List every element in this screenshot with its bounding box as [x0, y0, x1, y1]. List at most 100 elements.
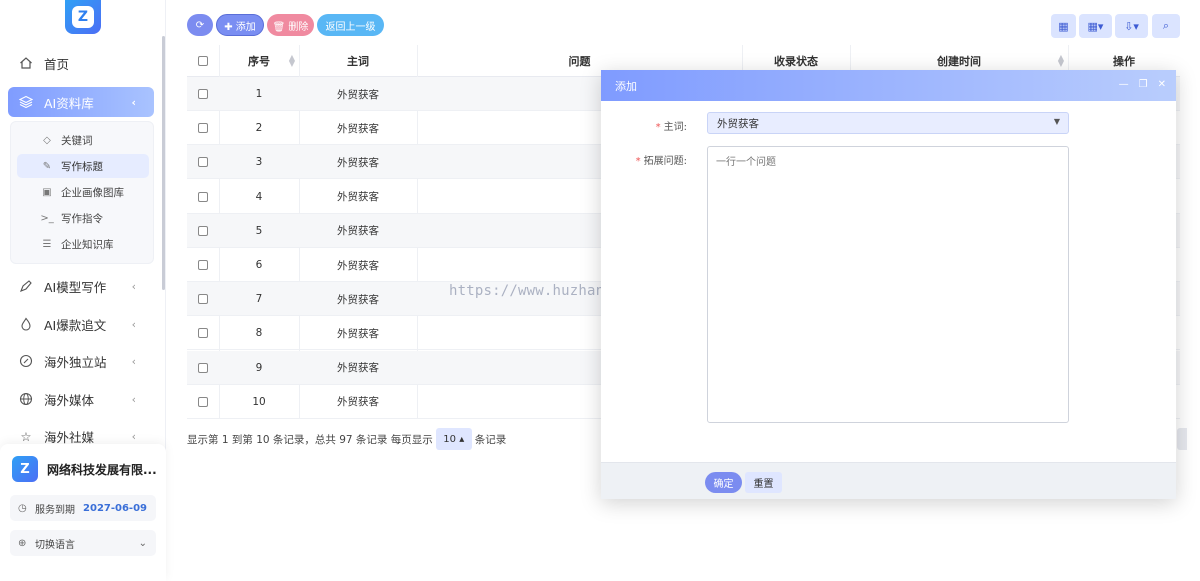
language-label: 切换语言: [35, 539, 75, 551]
row-no: 8: [255, 327, 263, 340]
language-switcher[interactable]: ⊕ 切换语言 ⌄: [10, 530, 156, 556]
row-checkbox[interactable]: [187, 316, 219, 350]
keyword-select[interactable]: 外贸获客 ▼: [707, 112, 1069, 134]
back-button[interactable]: 返回上一级: [317, 14, 384, 36]
globe-icon: [18, 391, 34, 407]
subitem-writing-titles[interactable]: ✎ 写作标题: [17, 154, 149, 178]
subitem-label: 写作标题: [61, 160, 103, 173]
nav-item-ai-library[interactable]: AI资料库 ‹: [8, 87, 154, 117]
row-no: 7: [255, 293, 263, 306]
row-checkbox[interactable]: [187, 385, 219, 419]
col-header-no[interactable]: 序号 ▲ ▼: [219, 45, 299, 77]
refresh-button[interactable]: ⟳: [187, 14, 213, 36]
subitem-writing-prompts[interactable]: >_ 写作指令: [17, 206, 149, 230]
row-no: 1: [255, 88, 263, 100]
sort-icon: ▲ ▼: [288, 53, 295, 68]
nav-item-overseas-site[interactable]: 海外独立站 ‹: [8, 346, 154, 376]
export-button[interactable]: ⇩▾: [1115, 14, 1148, 38]
chevron-left-icon: ‹: [131, 95, 136, 109]
row-keyword: 外贸获客: [337, 225, 379, 238]
app-logo[interactable]: Z: [65, 0, 101, 34]
row-checkbox[interactable]: [187, 248, 219, 282]
delete-button[interactable]: 🗑 删除: [267, 14, 314, 36]
row-no: 2: [255, 122, 263, 135]
caret-down-icon: ▼: [1053, 117, 1060, 126]
terminal-icon: >_: [40, 212, 54, 224]
dialog-header[interactable]: 添加 — ❐ ✕: [601, 70, 1176, 101]
nav-label: 海外社媒: [44, 429, 95, 445]
sidebar: Z 首页 AI资料库 ‹ ◇ 关键词 ✎ 写作标题 ▣ 企业画像图库 >_ 写作…: [0, 0, 166, 581]
row-checkbox[interactable]: [187, 351, 219, 385]
service-expiry-row: ◷ 服务到期 2027-06-09: [10, 495, 156, 521]
search-button[interactable]: ⌕: [1152, 14, 1180, 38]
chevron-left-icon: ‹: [131, 429, 136, 443]
hidden-page-control[interactable]: [1177, 428, 1187, 450]
row-checkbox[interactable]: [187, 145, 219, 179]
subitem-keywords[interactable]: ◇ 关键词: [17, 128, 149, 152]
chevron-left-icon: ‹: [131, 317, 136, 331]
refresh-icon: ⟳: [195, 19, 205, 31]
subitem-image-gallery[interactable]: ▣ 企业画像图库: [17, 180, 149, 204]
select-all-checkbox[interactable]: [187, 45, 219, 77]
nav-item-overseas-media[interactable]: 海外媒体 ‹: [8, 384, 154, 414]
row-keyword: 外贸获客: [337, 88, 379, 101]
add-button[interactable]: ✚ 添加: [216, 14, 264, 36]
page-size-select[interactable]: 10 ▴: [435, 428, 472, 450]
add-dialog: 添加 — ❐ ✕ *主词: 外贸获客 ▼ *拓展问题: 确定 重置: [601, 70, 1176, 499]
nav-label: AI资料库: [44, 95, 94, 111]
site-icon: [18, 353, 34, 369]
dialog-controls: — ❐ ✕: [1119, 79, 1166, 90]
row-keyword: 外贸获客: [337, 396, 379, 409]
expiry-date: 2027-06-09: [83, 502, 147, 514]
row-checkbox[interactable]: [187, 111, 219, 145]
row-keyword: 外贸获客: [337, 259, 379, 272]
confirm-button[interactable]: 确定: [705, 472, 742, 493]
maximize-icon[interactable]: ❐: [1139, 79, 1148, 90]
subitem-label: 写作指令: [61, 212, 103, 225]
row-no: 5: [255, 224, 263, 237]
star-icon: ☆: [20, 428, 32, 444]
nav-item-ai-model-writing[interactable]: AI模型写作 ‹: [8, 271, 154, 301]
nav-label: AI爆款追文: [44, 317, 107, 333]
row-no: 4: [255, 190, 263, 203]
row-checkbox[interactable]: [187, 282, 219, 316]
nav-item-ai-trending[interactable]: AI爆款追文 ‹: [8, 309, 154, 339]
company-logo: Z: [12, 456, 38, 482]
question-textarea[interactable]: [707, 146, 1069, 423]
toggle-view-button[interactable]: ▦: [1051, 14, 1076, 38]
nav-item-home[interactable]: 首页: [8, 48, 154, 78]
subitem-label: 企业画像图库: [61, 186, 124, 199]
image-icon: ▣: [42, 186, 52, 198]
subitem-label: 关键词: [61, 134, 93, 147]
row-keyword: 外贸获客: [337, 293, 379, 306]
ai-library-submenu: ◇ 关键词 ✎ 写作标题 ▣ 企业画像图库 >_ 写作指令 ☰ 企业知识库: [10, 121, 154, 264]
pagination-suffix: 条记录: [474, 433, 507, 446]
row-checkbox[interactable]: [187, 180, 219, 214]
chevron-left-icon: ‹: [131, 354, 136, 368]
nav-label: 海外独立站: [44, 354, 107, 370]
row-keyword: 外贸获客: [337, 191, 379, 204]
close-icon[interactable]: ✕: [1158, 79, 1166, 90]
columns-button[interactable]: ▦▾: [1079, 14, 1112, 38]
chevron-left-icon: ‹: [131, 279, 136, 293]
dialog-footer: 确定 重置: [601, 462, 1176, 499]
row-keyword: 外贸获客: [337, 156, 379, 169]
row-checkbox[interactable]: [187, 77, 219, 111]
pagination-info: 显示第 1 到第 10 条记录，总共 97 条记录 每页显示 10 ▴ 条记录: [187, 428, 506, 450]
row-keyword: 外贸获客: [337, 327, 379, 340]
search-icon: ⌕: [1162, 19, 1170, 32]
row-checkbox[interactable]: [187, 214, 219, 248]
col-header-keyword[interactable]: 主词: [299, 45, 417, 77]
globe-icon: ⊕: [18, 537, 27, 549]
minimize-icon[interactable]: —: [1119, 79, 1129, 90]
company-name: 网络科技发展有限...: [47, 463, 157, 477]
sidebar-scrollbar[interactable]: [162, 36, 165, 290]
sort-icon: ▲ ▼: [1057, 53, 1064, 68]
subitem-knowledge-base[interactable]: ☰ 企业知识库: [17, 232, 149, 256]
row-no: 10: [252, 395, 266, 408]
row-no: 9: [255, 361, 263, 374]
nav-label: 首页: [44, 56, 70, 72]
chevron-left-icon: ‹: [131, 392, 136, 406]
reset-button[interactable]: 重置: [745, 472, 782, 493]
home-icon: [18, 55, 34, 71]
